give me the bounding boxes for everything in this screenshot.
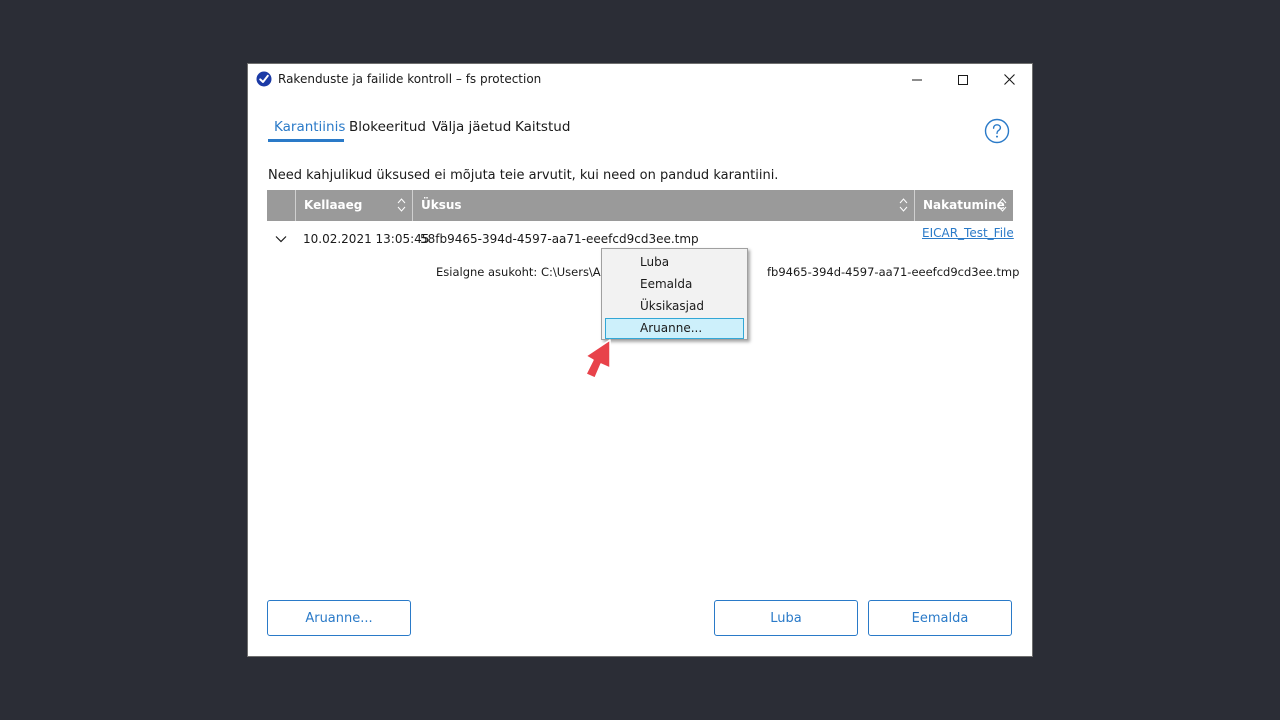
minimize-icon	[912, 79, 922, 80]
tab-protected[interactable]: Kaitstud	[515, 119, 570, 135]
window-title: Rakenduste ja failide kontroll – fs prot…	[278, 72, 542, 86]
column-header-label: Üksus	[421, 198, 462, 212]
sort-icon	[397, 198, 406, 212]
context-menu: Luba Eemalda Üksikasjad Aruanne...	[601, 248, 748, 340]
original-location-path: fb9465-394d-4597-aa71-eeefcd9cd3ee.tmp	[766, 265, 1020, 279]
context-menu-allow[interactable]: Luba	[605, 252, 744, 273]
help-icon[interactable]	[984, 118, 1010, 144]
column-header-label: Nakatumine	[923, 198, 1005, 212]
context-menu-label: Üksikasjad	[640, 299, 704, 313]
column-header-item[interactable]: Üksus	[421, 190, 914, 221]
pointer-arrow-icon	[585, 339, 611, 379]
column-header-time[interactable]: Kellaaeg	[304, 190, 412, 221]
context-menu-label: Luba	[640, 255, 670, 269]
fsecure-logo-icon	[256, 71, 272, 87]
row-item: 58fb9465-394d-4597-aa71-eeefcd9cd3ee.tmp	[420, 232, 699, 246]
context-menu-remove[interactable]: Eemalda	[605, 274, 744, 295]
infection-link[interactable]: EICAR_Test_File	[922, 226, 1014, 240]
chevron-down-icon[interactable]	[274, 232, 288, 246]
column-header-infection[interactable]: Nakatumine	[923, 190, 1013, 221]
table-header: Kellaaeg Üksus Nakatumine	[267, 190, 1013, 221]
tab-excluded[interactable]: Välja jäetud	[432, 119, 511, 135]
sort-icon	[998, 198, 1007, 212]
tab-quarantined[interactable]: Karantiinis	[274, 119, 345, 135]
report-button[interactable]: Aruanne...	[267, 600, 411, 636]
close-button[interactable]	[986, 64, 1032, 95]
minimize-button[interactable]	[894, 64, 940, 95]
context-menu-label: Eemalda	[640, 277, 693, 291]
title-bar[interactable]: Rakenduste ja failide kontroll – fs prot…	[248, 64, 1032, 95]
maximize-button[interactable]	[940, 64, 986, 95]
allow-button[interactable]: Luba	[714, 600, 858, 636]
tab-blocked[interactable]: Blokeeritud	[349, 119, 426, 135]
active-tab-indicator	[268, 139, 344, 142]
column-separator	[914, 190, 915, 221]
context-menu-label: Aruanne...	[640, 321, 703, 335]
close-icon	[1003, 74, 1015, 85]
row-time: 10.02.2021 13:05:45	[303, 232, 430, 246]
column-header-label: Kellaaeg	[304, 198, 363, 212]
maximize-icon	[958, 74, 968, 85]
column-separator	[295, 190, 296, 221]
original-location-label: Esialgne asukoht: C:\Users\Adm	[436, 265, 619, 279]
app-window: Rakenduste ja failide kontroll – fs prot…	[247, 63, 1033, 657]
column-separator	[412, 190, 413, 221]
sort-icon	[899, 198, 908, 212]
remove-button[interactable]: Eemalda	[868, 600, 1012, 636]
description-text: Need kahjulikud üksused ei mõjuta teie a…	[268, 168, 779, 183]
context-menu-report[interactable]: Aruanne...	[605, 318, 744, 339]
context-menu-details[interactable]: Üksikasjad	[605, 296, 744, 317]
